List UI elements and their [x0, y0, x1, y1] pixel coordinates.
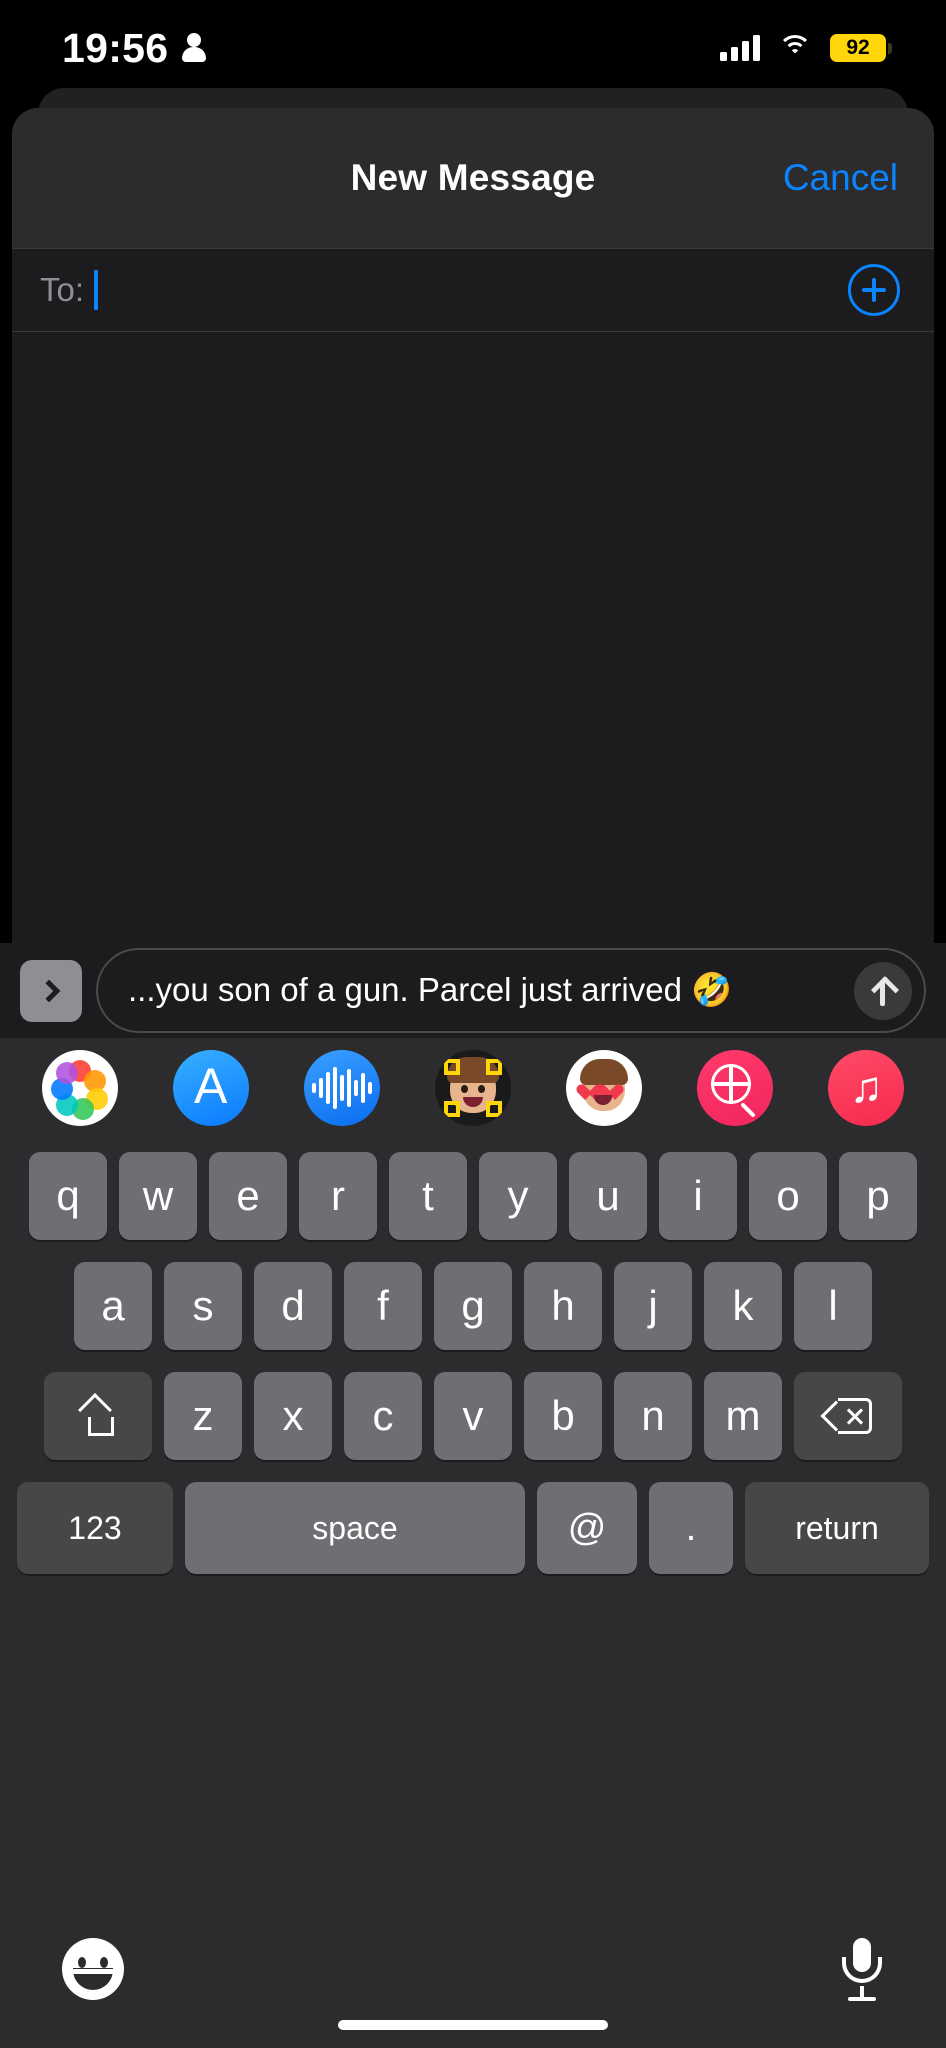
cancel-button[interactable]: Cancel [783, 157, 898, 199]
key-c[interactable]: c [344, 1372, 422, 1460]
to-field-label: To: [40, 271, 85, 308]
imessage-app-row: A ♫ [0, 1038, 946, 1138]
music-note-icon[interactable]: ♫ [828, 1050, 905, 1126]
plus-circle-icon[interactable] [848, 264, 900, 316]
wifi-icon [778, 35, 812, 61]
keyboard-row-2: a s d f g h j k l [0, 1262, 946, 1350]
status-bar-right: 92 [720, 34, 892, 62]
message-composer: ...you son of a gun. Parcel just arrived… [0, 943, 946, 1038]
key-h[interactable]: h [524, 1262, 602, 1350]
key-q[interactable]: q [29, 1152, 107, 1240]
key-o[interactable]: o [749, 1152, 827, 1240]
keyboard-row-1: q w e r t y u i o p [0, 1152, 946, 1240]
new-message-sheet: New Message Cancel To: [12, 108, 934, 943]
key-a[interactable]: a [74, 1262, 152, 1350]
key-x[interactable]: x [254, 1372, 332, 1460]
key-y[interactable]: y [479, 1152, 557, 1240]
key-n[interactable]: n [614, 1372, 692, 1460]
shift-icon [80, 1396, 116, 1436]
message-input[interactable]: ...you son of a gun. Parcel just arrived… [128, 969, 732, 1011]
emoji-smiley-icon[interactable] [62, 1938, 124, 2000]
music-note-glyph: ♫ [849, 1063, 883, 1112]
images-search-icon[interactable] [697, 1050, 774, 1126]
return-key[interactable]: return [745, 1482, 929, 1574]
sheet-header: New Message Cancel [12, 108, 934, 248]
key-m[interactable]: m [704, 1372, 782, 1460]
key-r[interactable]: r [299, 1152, 377, 1240]
at-key[interactable]: @ [537, 1482, 637, 1574]
key-i[interactable]: i [659, 1152, 737, 1240]
backspace-key[interactable] [794, 1372, 902, 1460]
key-b[interactable]: b [524, 1372, 602, 1460]
key-v[interactable]: v [434, 1372, 512, 1460]
audio-waveform-icon[interactable] [303, 1050, 380, 1126]
key-k[interactable]: k [704, 1262, 782, 1350]
onscreen-keyboard: q w e r t y u i o p a s d f g h j k l z [0, 1138, 946, 1908]
chevron-right-icon[interactable] [20, 959, 82, 1022]
arrow-up-icon [870, 976, 896, 1006]
microphone-icon[interactable] [840, 1938, 884, 2004]
key-g[interactable]: g [434, 1262, 512, 1350]
send-button[interactable] [854, 961, 912, 1020]
space-key[interactable]: space [185, 1482, 525, 1574]
period-key[interactable]: . [649, 1482, 733, 1574]
photos-icon[interactable] [41, 1050, 118, 1126]
message-input-bubble[interactable]: ...you son of a gun. Parcel just arrived… [96, 948, 926, 1033]
home-indicator[interactable] [338, 2020, 608, 2030]
memoji-stickers-icon[interactable] [566, 1050, 643, 1126]
cellular-signal-icon [720, 35, 760, 61]
key-j[interactable]: j [614, 1262, 692, 1350]
key-z[interactable]: z [164, 1372, 242, 1460]
numbers-key[interactable]: 123 [17, 1482, 173, 1574]
keyboard-row-4: 123 space @ . return [0, 1482, 946, 1574]
status-bar-left: 19:56 [62, 24, 207, 72]
app-store-glyph: A [194, 1058, 228, 1114]
key-u[interactable]: u [569, 1152, 647, 1240]
backspace-icon [820, 1398, 872, 1434]
key-p[interactable]: p [839, 1152, 917, 1240]
page-title: New Message [350, 157, 596, 198]
status-bar: 19:56 92 [0, 0, 946, 96]
key-f[interactable]: f [344, 1262, 422, 1350]
key-s[interactable]: s [164, 1262, 242, 1350]
key-d[interactable]: d [254, 1262, 332, 1350]
keyboard-row-3: z x c v b n m [0, 1372, 946, 1460]
key-w[interactable]: w [119, 1152, 197, 1240]
to-field-row[interactable]: To: [12, 249, 934, 331]
shift-key[interactable] [44, 1372, 152, 1460]
iphone-screen: 19:56 92 New Message Cancel To: ...you s… [0, 0, 946, 2048]
memoji-camera-icon[interactable] [434, 1050, 511, 1126]
battery-percent-label: 92 [846, 36, 870, 59]
conversation-area [12, 332, 934, 892]
person-icon [182, 33, 207, 63]
key-l[interactable]: l [794, 1262, 872, 1350]
text-cursor [94, 270, 99, 310]
status-bar-clock: 19:56 [62, 24, 169, 71]
battery-indicator: 92 [830, 34, 892, 62]
app-store-icon[interactable]: A [172, 1050, 249, 1126]
key-t[interactable]: t [389, 1152, 467, 1240]
key-e[interactable]: e [209, 1152, 287, 1240]
